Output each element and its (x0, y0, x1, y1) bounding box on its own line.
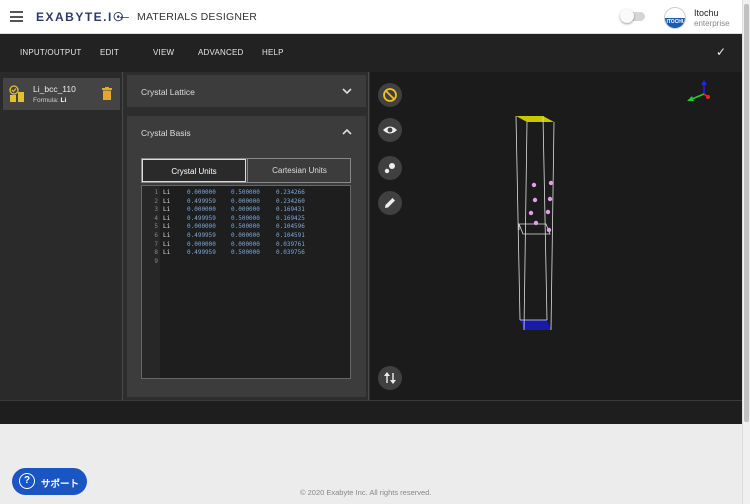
formula-value: Li (60, 97, 67, 104)
checkmark-icon[interactable]: ✓ (716, 45, 726, 59)
tab-cartesian-units[interactable]: Cartesian Units (247, 159, 351, 182)
formula-label: Formula: (33, 97, 59, 104)
3d-viewer[interactable] (370, 72, 742, 400)
atom[interactable] (531, 182, 537, 188)
menu-input-output[interactable]: INPUT/OUTPUT (20, 48, 82, 57)
atom[interactable] (548, 180, 554, 186)
atoms-group (528, 180, 554, 233)
atom[interactable] (533, 220, 539, 226)
menu-view[interactable]: VIEW (153, 48, 174, 57)
hamburger-menu-icon[interactable] (10, 11, 23, 22)
menu-bar: INPUT/OUTPUT EDIT VIEW ADVANCED HELP ✓ (0, 34, 742, 72)
atom[interactable] (545, 209, 551, 215)
back-arrow-icon[interactable]: ← (117, 7, 132, 24)
top-app-bar: EXABYTE.I☉ ← MATERIALS DESIGNER ITOCHU I… (0, 0, 742, 34)
material-list-item[interactable]: Li_bcc_110 Formula: Li (3, 78, 120, 110)
axes-helper-icon (687, 80, 710, 101)
crystal-basis-panel[interactable]: Crystal Basis (127, 116, 366, 148)
basis-code-editor[interactable]: 1 Li 0.000000 0.500000 0.234266 2 Li 0.499959 0.… (141, 185, 351, 379)
user-name[interactable]: Itochu (694, 8, 719, 18)
materials-sidebar: Li_bcc_110 Formula: Li (0, 72, 123, 400)
atom[interactable] (546, 227, 552, 233)
copyright-footer: © 2020 Exabyte Inc. All rights reserved. (300, 488, 432, 497)
crystal-lattice-title: Crystal Lattice (141, 87, 195, 97)
menu-advanced[interactable]: ADVANCED (198, 48, 243, 57)
units-tabs: Crystal Units Cartesian Units (141, 158, 351, 183)
tab-crystal-units[interactable]: Crystal Units (142, 159, 246, 182)
exabyte-logo[interactable]: EXABYTE.I☉ (36, 10, 125, 24)
material-icon (9, 85, 24, 102)
menu-edit[interactable]: EDIT (100, 48, 119, 57)
avatar-label: ITOCHU (666, 19, 686, 25)
page-scrollbar[interactable] (742, 0, 750, 504)
avatar[interactable]: ITOCHU (664, 7, 686, 29)
crystal-basis-title: Crystal Basis (141, 128, 191, 138)
atom[interactable] (532, 197, 538, 203)
chevron-down-icon[interactable] (342, 86, 352, 96)
help-circle-icon: ? (19, 473, 35, 489)
toggle-knob[interactable] (620, 9, 634, 23)
atom[interactable] (547, 196, 553, 202)
crystal-lattice-panel[interactable]: Crystal Lattice (127, 75, 366, 107)
atom[interactable] (528, 210, 534, 216)
trash-icon[interactable] (102, 87, 112, 100)
user-organization: enterprise (694, 19, 730, 28)
material-name: Li_bcc_110 (33, 84, 76, 94)
crystal-basis-body: Crystal Units Cartesian Units 1 Li 0.00000… (127, 147, 366, 397)
support-label: サポート (41, 479, 80, 490)
code-line[interactable]: 9 (142, 257, 350, 266)
status-bar (0, 400, 742, 424)
theme-toggle[interactable] (620, 9, 645, 23)
chevron-up-icon[interactable] (342, 127, 352, 137)
material-formula: Formula: Li (33, 97, 66, 104)
menu-help[interactable]: HELP (262, 48, 284, 57)
workspace: Li_bcc_110 Formula: Li Crystal Lattice C… (0, 72, 742, 400)
line-number: 9 (154, 257, 158, 265)
support-button[interactable]: ? サポート (12, 468, 87, 495)
page-title: MATERIALS DESIGNER (137, 11, 258, 23)
scrollbar-thumb[interactable] (744, 4, 749, 422)
basis-editor: Crystal Lattice Crystal Basis Crystal Un… (124, 72, 369, 400)
structure-viewport (515, 80, 710, 331)
